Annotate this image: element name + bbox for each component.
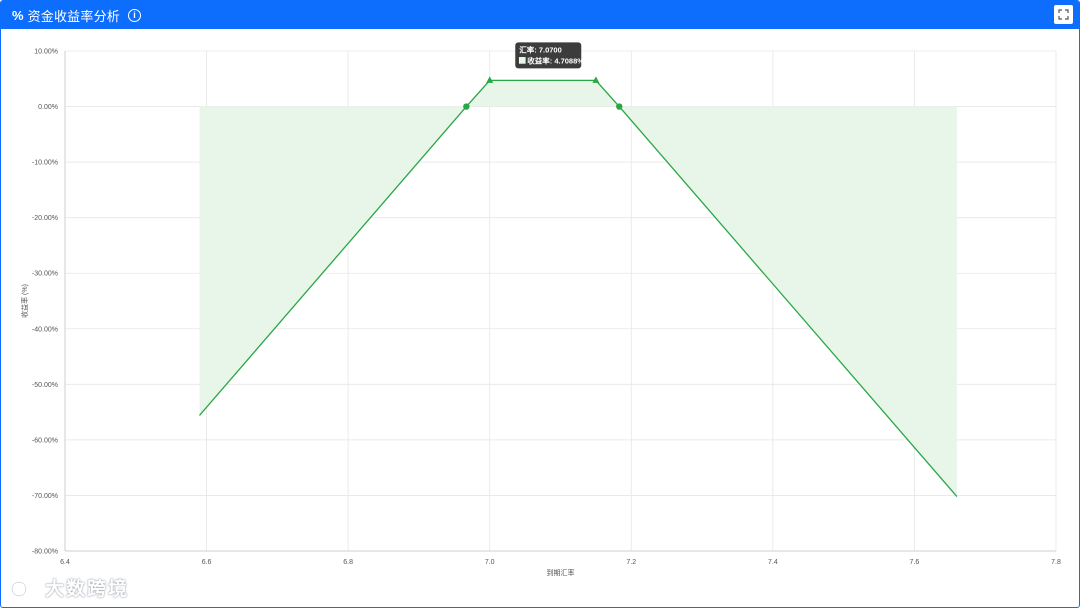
y-tick-label: -60.00% xyxy=(32,437,58,444)
area-fill-shape xyxy=(199,80,957,497)
x-tick-label: 6.8 xyxy=(343,559,353,566)
watermark-logo-icon xyxy=(11,578,39,597)
peak-point xyxy=(592,76,600,83)
x-tick-labels: 6.4 6.6 6.8 7.0 7.2 7.4 7.6 7.8 xyxy=(60,559,1061,566)
y-tick-label: -10.00% xyxy=(32,160,58,167)
tooltip-title: 汇率: 7.0700 xyxy=(519,44,562,54)
chart-card: % 资金收益率分析 i 6.4 6.6 6.8 7.0 7.2 7.4 7.6 7.8 10.… xyxy=(0,0,1080,608)
breakeven-point xyxy=(463,103,470,110)
info-circle-icon[interactable]: i xyxy=(127,8,141,22)
tooltip-label: 收益率: 4.7088% xyxy=(527,55,584,65)
y-tick-label: 10.00% xyxy=(34,49,58,56)
chart-tooltip: 汇率: 7.0700 收益率: 4.7088% xyxy=(515,42,584,69)
x-axis-label: 到期汇率 xyxy=(547,568,575,577)
y-tick-label: -50.00% xyxy=(32,382,58,389)
area-fill xyxy=(199,80,957,497)
y-axis-label: 收益率 (%) xyxy=(20,284,29,318)
x-tick-label: 6.4 xyxy=(60,559,70,566)
y-tick-label: 0.00% xyxy=(38,104,58,111)
peak-point xyxy=(486,76,494,83)
y-tick-label: -80.00% xyxy=(32,549,58,556)
x-tick-label: 7.2 xyxy=(626,559,636,566)
breakeven-point xyxy=(616,103,623,110)
x-tick-label: 7.8 xyxy=(1051,559,1061,566)
card-header: % 资金收益率分析 i xyxy=(1,1,1079,29)
tooltip-swatch xyxy=(518,57,526,64)
y-tick-label: -40.00% xyxy=(32,326,58,333)
expand-button[interactable] xyxy=(1054,5,1073,24)
chart-area: 6.4 6.6 6.8 7.0 7.2 7.4 7.6 7.8 10.00% 0.00% -10.… xyxy=(1,29,1080,608)
x-tick-label: 7.4 xyxy=(768,559,778,566)
y-tick-label: -20.00% xyxy=(32,215,58,222)
y-tick-label: -70.00% xyxy=(32,493,58,500)
y-tick-labels: 10.00% 0.00% -10.00% -20.00% -30.00% -40.00% -… xyxy=(32,49,58,556)
percent-icon: % xyxy=(12,7,24,23)
x-tick-label: 7.6 xyxy=(910,559,920,566)
expand-icon xyxy=(1058,9,1069,20)
card-title: 资金收益率分析 xyxy=(27,8,120,24)
watermark: 大数跨境 xyxy=(11,574,129,601)
x-tick-label: 6.6 xyxy=(202,559,212,566)
y-tick-label: -30.00% xyxy=(32,271,58,278)
yield-chart[interactable]: 6.4 6.6 6.8 7.0 7.2 7.4 7.6 7.8 10.00% 0.00% -10.… xyxy=(1,29,1080,608)
watermark-text: 大数跨境 xyxy=(45,579,130,600)
x-tick-label: 7.0 xyxy=(485,559,495,566)
